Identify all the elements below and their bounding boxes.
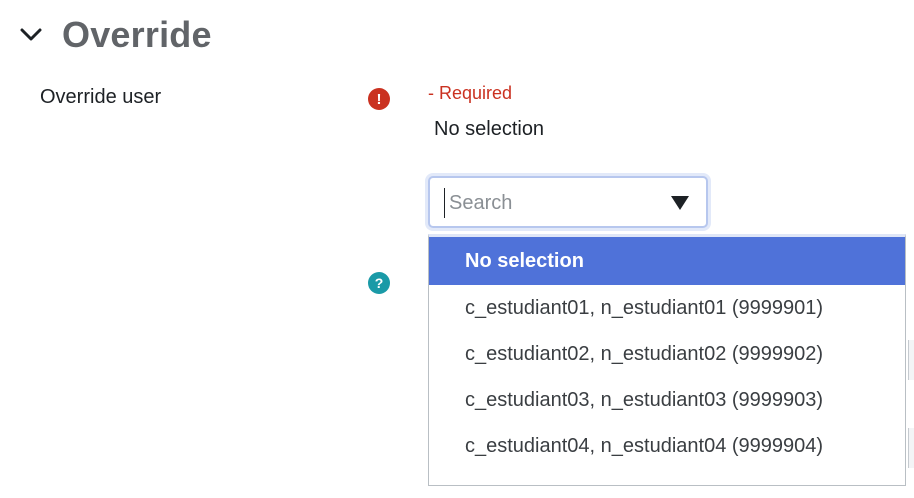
chevron-down-icon (18, 22, 44, 48)
option-no-selection[interactable]: No selection (429, 237, 905, 285)
search-input[interactable] (444, 188, 669, 218)
option-estudiant04[interactable]: c_estudiant04, n_estudiant04 (9999904) (429, 423, 905, 469)
required-text: - Required (428, 83, 513, 103)
current-selection: No selection (434, 118, 545, 140)
background-control-edge (908, 340, 914, 380)
exclamation-icon: ! (368, 88, 390, 110)
option-estudiant01[interactable]: c_estudiant01, n_estudiant01 (9999901) (429, 285, 905, 331)
option-estudiant02[interactable]: c_estudiant02, n_estudiant02 (9999902) (429, 331, 905, 377)
override-user-label: Override user (40, 86, 162, 108)
background-control-edge (908, 428, 914, 468)
user-options-list[interactable]: No selection c_estudiant01, n_estudiant0… (428, 234, 906, 486)
triangle-down-icon[interactable] (670, 195, 690, 211)
user-search-box[interactable] (428, 176, 708, 228)
question-icon[interactable]: ? (368, 272, 390, 294)
page: Override Override user ! - Required No s… (0, 0, 914, 498)
option-estudiant03[interactable]: c_estudiant03, n_estudiant03 (9999903) (429, 377, 905, 423)
section-title: Override (62, 14, 212, 55)
override-section-toggle[interactable]: Override (18, 10, 212, 60)
